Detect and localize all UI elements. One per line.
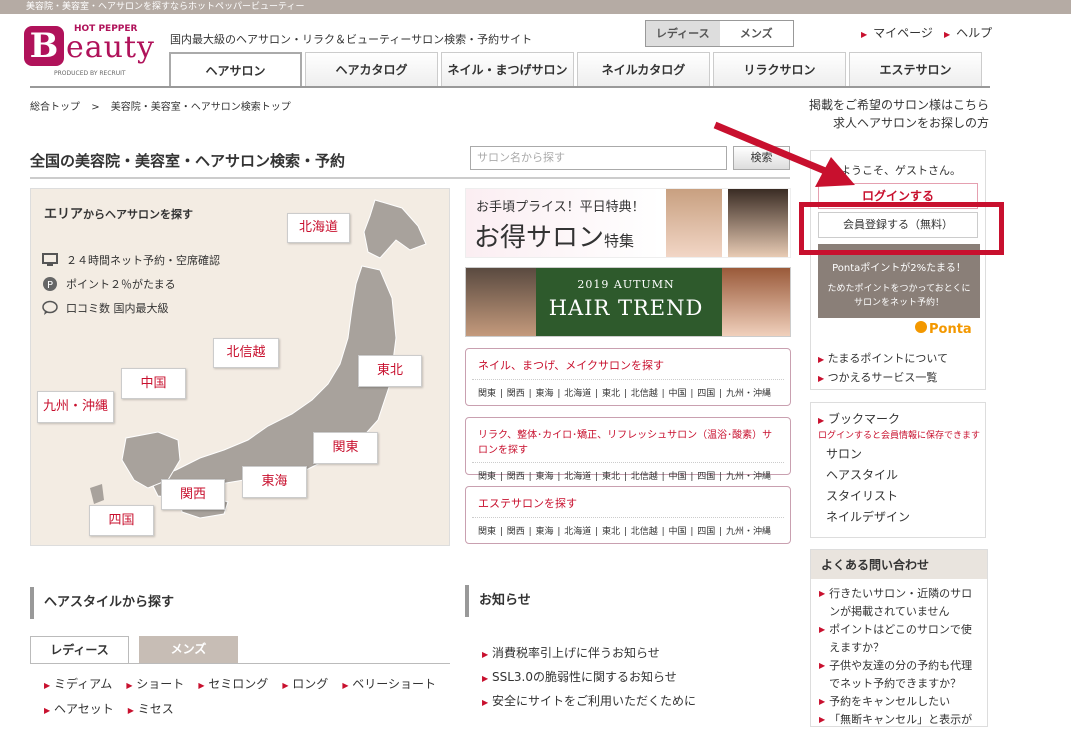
pbox-title[interactable]: エステサロンを探す <box>472 487 784 518</box>
help-link[interactable]: ▶ ヘルプ <box>944 24 992 41</box>
ladies-toggle[interactable]: レディース <box>646 21 720 46</box>
salon-listing-link[interactable]: 掲載をご希望のサロン様はこちら <box>809 96 989 113</box>
pbox-title[interactable]: リラク、整体･カイロ･矯正、リフレッシュサロン（温浴･酸素）サロンを探す <box>472 418 784 463</box>
bookmark-nail[interactable]: ネイルデザイン <box>826 507 910 528</box>
pbox-regions[interactable]: 関東 | 関西 | 東海 | 北海道 | 東北 | 北信越 | 中国 | 四国 … <box>466 463 790 488</box>
tab-nail-catalog[interactable]: ネイルカタログ <box>577 52 710 86</box>
bookmark-stylist[interactable]: スタイリスト <box>826 486 910 507</box>
faq-title: よくある問い合わせ <box>811 550 987 579</box>
site-tagline: 国内最大級のヘアサロン・リラク＆ビューティーサロン検索・予約サイト <box>170 33 533 46</box>
ponta-face-icon <box>915 321 927 333</box>
region-tohoku[interactable]: 東北 <box>358 355 422 387</box>
region-hokkaido[interactable]: 北海道 <box>287 213 350 243</box>
point-link[interactable]: ▶ たまるポイントについて <box>818 350 948 369</box>
esthe-search-box: エステサロンを探す 関東 | 関西 | 東海 | 北海道 | 東北 | 北信越 … <box>465 486 791 544</box>
breadcrumb-home[interactable]: 総合トップ <box>30 102 80 113</box>
hairstyle-tab-mens[interactable]: メンズ <box>139 636 238 664</box>
tab-hair-catalog[interactable]: ヘアカタログ <box>305 52 438 86</box>
bargain-salon-banner[interactable]: お手頃プライス！平日特典！ お得サロン特集 <box>465 188 791 258</box>
top-banner: 美容院・美容室・ヘアサロンを探すならホットペッパービューティー <box>0 0 1071 14</box>
hair-trend-banner[interactable]: 2019 AUTUMN HAIR TREND <box>465 267 791 337</box>
arrow-icon: ▶ <box>944 30 951 39</box>
hairstyle-item[interactable]: ▶ ショート <box>126 675 184 692</box>
hairstyle-item[interactable]: ▶ ミディアム <box>44 675 112 692</box>
region-chugoku[interactable]: 中国 <box>121 368 186 399</box>
breadcrumb-current: 美容院・美容室・ヘアサロン検索トップ <box>110 102 291 113</box>
region-kansai[interactable]: 関西 <box>161 479 225 510</box>
annotation-arrow-icon <box>713 121 855 187</box>
logo-produced: PRODUCED BY RECRUIT <box>54 70 126 77</box>
tab-nail-eyelash[interactable]: ネイル・まつげサロン <box>441 52 574 86</box>
region-hokushinetsu[interactable]: 北信越 <box>213 338 279 368</box>
highlight-box <box>799 202 1004 255</box>
news-item[interactable]: ▶ SSL3.0の脆弱性に関するお知らせ <box>482 666 696 690</box>
faq-panel: よくある問い合わせ ▶ 行きたいサロン・近隣のサロンが掲載されていません ▶ ポイン… <box>810 549 988 727</box>
bookmark-hairstyle[interactable]: ヘアスタイル <box>826 465 910 486</box>
news-list: ▶ 消費税率引上げに伴うお知らせ ▶ SSL3.0の脆弱性に関するお知らせ ▶ … <box>482 642 696 714</box>
news-item[interactable]: ▶ 安全にサイトをご利用いただくために <box>482 690 696 714</box>
hairstyle-item[interactable]: ▶ ミセス <box>128 700 174 717</box>
region-tokai[interactable]: 東海 <box>242 466 307 498</box>
hairstyle-tab-ladies[interactable]: レディース <box>30 636 129 664</box>
title-divider <box>30 177 790 179</box>
nail-eyelash-search-box: ネイル、まつげ、メイクサロンを探す 関東 | 関西 | 東海 | 北海道 | 東… <box>465 348 791 406</box>
tab-hair-salon[interactable]: ヘアサロン <box>169 52 302 88</box>
pbox-title[interactable]: ネイル、まつげ、メイクサロンを探す <box>472 349 784 380</box>
model-photo <box>666 189 722 257</box>
region-shikoku[interactable]: 四国 <box>89 505 154 536</box>
tab-esthe-salon[interactable]: エステサロン <box>849 52 982 86</box>
bookmark-salon[interactable]: サロン <box>826 444 910 465</box>
faq-item[interactable]: ▶ 予約をキャンセルしたい <box>819 693 981 711</box>
news-item[interactable]: ▶ 消費税率引上げに伴うお知らせ <box>482 642 696 666</box>
hairstyle-section-title: ヘアスタイルから探す <box>30 587 450 619</box>
faq-item[interactable]: ▶ 「無断キャンセル」と表示が <box>819 711 981 729</box>
hotpepper-beauty-logo[interactable]: B HOT PEPPER eauty PRODUCED BY RECRUIT <box>24 24 159 80</box>
hairstyle-divider <box>30 663 450 664</box>
model-photo <box>728 189 788 257</box>
bookmark-list: サロン ヘアスタイル スタイリスト ネイルデザイン <box>826 444 910 528</box>
hairstyle-list: ▶ ミディアム ▶ ショート ▶ セミロング ▶ ロング ▶ ベリーショート ▶… <box>44 675 444 717</box>
gender-toggle[interactable]: レディース メンズ <box>645 20 794 47</box>
main-nav-tabs: ヘアサロン ヘアカタログ ネイル・まつげサロン ネイルカタログ リラクサロン エ… <box>169 52 985 88</box>
pbox-regions[interactable]: 関東 | 関西 | 東海 | 北海道 | 東北 | 北信越 | 中国 | 四国 … <box>466 518 790 543</box>
faq-item[interactable]: ▶ 子供や友達の分の予約も代理でネット予約できますか？ <box>819 657 981 693</box>
hairstyle-item[interactable]: ▶ ベリーショート <box>342 675 436 692</box>
news-section-title: お知らせ <box>465 585 791 617</box>
tab-divider <box>30 86 990 88</box>
hairstyle-item[interactable]: ▶ セミロング <box>198 675 268 692</box>
faq-list: ▶ 行きたいサロン・近隣のサロンが掲載されていません ▶ ポイントはどこのサロンで使… <box>811 579 987 729</box>
hairstyle-item[interactable]: ▶ ヘアセット <box>44 700 114 717</box>
arrow-icon: ▶ <box>861 30 868 39</box>
tab-relax-salon[interactable]: リラクサロン <box>713 52 846 86</box>
hairstyle-item[interactable]: ▶ ロング <box>282 675 328 692</box>
bookmark-note: ログインすると会員情報に保存できます <box>818 431 981 441</box>
faq-item[interactable]: ▶ ポイントはどこのサロンで使えますか？ <box>819 621 981 657</box>
point-links: ▶ たまるポイントについて ▶ つかえるサービス一覧 <box>818 350 948 388</box>
ponta-promo[interactable]: Pontaポイントが2%たまる！ ためたポイントをつかっておとくにサロンをネット… <box>818 244 980 318</box>
mypage-link[interactable]: ▶ マイページ <box>861 24 933 41</box>
region-kanto[interactable]: 関東 <box>313 432 378 464</box>
faq-item[interactable]: ▶ 行きたいサロン・近隣のサロンが掲載されていません <box>819 585 981 621</box>
region-kyushu[interactable]: 九州・沖縄 <box>37 391 114 423</box>
mens-toggle[interactable]: メンズ <box>719 21 793 46</box>
salon-search-input[interactable]: サロン名から探す <box>470 146 727 170</box>
pbox-regions[interactable]: 関東 | 関西 | 東海 | 北海道 | 東北 | 北信越 | 中国 | 四国 … <box>466 380 790 405</box>
model-photo <box>466 268 536 336</box>
ponta-logo: Ponta <box>915 321 972 337</box>
service-link[interactable]: ▶ つかえるサービス一覧 <box>818 369 948 388</box>
logo-brand-text: eauty <box>66 30 155 65</box>
model-photo <box>722 268 790 336</box>
breadcrumb: 総合トップ > 美容院・美容室・ヘアサロン検索トップ <box>30 102 291 113</box>
bookmark-title: ▶ ブックマーク <box>818 412 900 426</box>
relax-search-box: リラク、整体･カイロ･矯正、リフレッシュサロン（温浴･酸素）サロンを探す 関東 … <box>465 417 791 482</box>
page-title: 全国の美容院・美容室・ヘアサロン検索・予約 <box>30 152 346 170</box>
